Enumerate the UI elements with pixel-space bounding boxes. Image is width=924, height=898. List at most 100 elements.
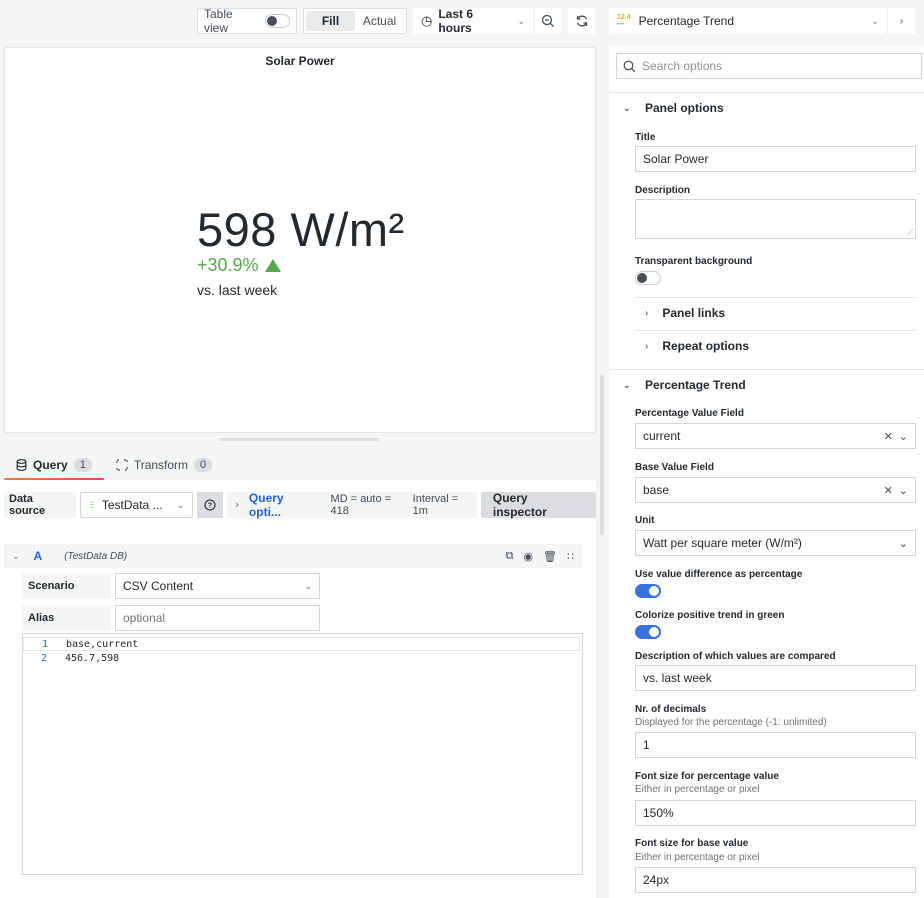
- csv-code-editor[interactable]: 1 base,current 2 456.7,598: [22, 633, 583, 875]
- title-input[interactable]: Solar Power: [635, 146, 916, 172]
- datasource-select[interactable]: ⫶⫶ TestData ... ⌄: [80, 492, 194, 518]
- chevron-down-icon: ⌄: [304, 580, 312, 591]
- base-font-label: Font size for base value: [635, 838, 749, 849]
- pct-font-value: 150%: [643, 806, 674, 820]
- section-title: Panel options: [645, 101, 724, 115]
- clock-icon: ◷: [421, 13, 433, 28]
- alias-label: Alias: [22, 605, 111, 631]
- svg-text:?: ?: [208, 503, 212, 510]
- refresh-button[interactable]: [568, 8, 595, 34]
- tab-query-label: Query: [33, 458, 68, 472]
- collapse-chevron-icon[interactable]: ⌄: [12, 551, 20, 562]
- query-ref-id[interactable]: A: [34, 549, 43, 563]
- time-range-picker[interactable]: ◷ Last 6 hours ⌄: [413, 7, 533, 35]
- colorize-switch[interactable]: [635, 625, 661, 639]
- chevron-down-icon: ⌄: [871, 15, 879, 26]
- panel-links-header[interactable]: › Panel links: [635, 306, 916, 320]
- query-inspector-button[interactable]: Query inspector: [480, 491, 596, 519]
- alias-input[interactable]: [115, 605, 320, 631]
- unit-select[interactable]: Watt per square meter (W/m²) ⌄: [635, 530, 916, 556]
- delete-query-icon[interactable]: 🗑: [543, 550, 557, 563]
- tab-transform[interactable]: Transform 0: [104, 451, 224, 479]
- query-row-header[interactable]: ⌄ A (TestData DB) ⧉ ◉ 🗑 ∷: [4, 544, 582, 568]
- trend-up-icon: [264, 259, 281, 272]
- testdata-icon: ⫶⫶: [89, 499, 94, 510]
- title-value: Solar Power: [643, 152, 709, 166]
- use-diff-switch[interactable]: [635, 584, 661, 598]
- chevron-down-icon: ⌄: [623, 102, 631, 113]
- decimals-input[interactable]: 1: [635, 732, 916, 758]
- panel-preview: Solar Power 598 W/m² +30.9% vs. last wee…: [4, 47, 596, 433]
- actual-button[interactable]: Actual: [355, 11, 404, 31]
- pct-font-input[interactable]: 150%: [635, 800, 916, 826]
- options-pane: Search options ⌄ Panel options Title Sol…: [609, 45, 924, 898]
- toggle-visibility-icon[interactable]: ◉: [523, 550, 533, 563]
- divider: [609, 369, 924, 370]
- query-tabs: Query 1 Transform 0: [4, 451, 224, 481]
- divider: [635, 297, 916, 298]
- scenario-label: Scenario: [22, 573, 111, 599]
- transparent-label: Transparent background: [635, 256, 753, 267]
- base-field-select[interactable]: base ✕ ⌄: [635, 477, 916, 503]
- interval-value: Interval = 1m: [412, 493, 459, 517]
- refresh-icon: [576, 15, 587, 27]
- pct-field-select[interactable]: current ✕ ⌄: [635, 423, 916, 449]
- decimals-label: Nr. of decimals: [635, 704, 707, 715]
- fill-button[interactable]: Fill: [306, 11, 355, 31]
- percentage-value: +30.9%: [197, 255, 259, 275]
- transparent-switch[interactable]: [635, 271, 661, 285]
- zoom-out-button[interactable]: [533, 8, 561, 34]
- pane-resize-handle[interactable]: [220, 438, 379, 441]
- visualization-name: Percentage Trend: [638, 14, 735, 28]
- search-options[interactable]: Search options: [616, 53, 922, 79]
- duplicate-query-icon[interactable]: ⧉: [506, 550, 514, 563]
- table-view-label: Table view: [204, 7, 233, 35]
- tab-query[interactable]: Query 1: [4, 451, 104, 481]
- scenario-select[interactable]: CSV Content ⌄: [115, 573, 320, 599]
- tab-transform-count: 0: [194, 458, 213, 472]
- pct-font-description: Either in percentage or pixel: [635, 784, 760, 795]
- chevron-right-icon: ›: [645, 307, 649, 319]
- section-title: Percentage Trend: [645, 378, 746, 392]
- pct-font-label: Font size for percentage value: [635, 771, 779, 782]
- base-font-input[interactable]: 24px: [635, 867, 916, 893]
- query-options-label: Query opti...: [248, 491, 284, 519]
- compare-desc-input[interactable]: vs. last week: [635, 665, 916, 691]
- collapse-options-button[interactable]: ›: [887, 8, 915, 34]
- vertical-scrollbar[interactable]: [600, 375, 604, 535]
- alias-field: Alias: [22, 605, 320, 631]
- clear-icon[interactable]: ✕: [884, 484, 893, 497]
- scenario-field: Scenario CSV Content ⌄: [22, 573, 320, 599]
- search-icon: [623, 60, 636, 72]
- base-font-description: Either in percentage or pixel: [635, 852, 760, 863]
- divider: [609, 92, 924, 93]
- section-title: Repeat options: [662, 339, 750, 353]
- pct-field-label: Percentage Value Field: [635, 408, 744, 419]
- decimals-value: 1: [643, 738, 650, 752]
- table-view-switch[interactable]: [265, 14, 290, 28]
- question-circle-icon: ?: [204, 499, 216, 511]
- datasource-label: Data source: [4, 492, 77, 518]
- panel-title: Solar Power: [265, 54, 335, 68]
- chevron-down-icon: ⌄: [176, 499, 185, 510]
- zoom-out-icon: [541, 14, 554, 27]
- drag-handle-icon[interactable]: ∷: [567, 550, 574, 563]
- code-line: 1 base,current: [23, 637, 580, 651]
- repeat-options-header[interactable]: › Repeat options: [635, 339, 916, 353]
- chevron-right-icon: ›: [899, 15, 904, 27]
- description-textarea[interactable]: ⟋: [635, 199, 916, 239]
- chevron-right-icon: ›: [235, 499, 239, 511]
- time-range-label: Last 6 hours: [438, 7, 474, 35]
- percentage-trend-header[interactable]: ⌄ Percentage Trend: [609, 378, 924, 392]
- table-view-toggle[interactable]: Table view: [197, 7, 297, 35]
- fill-actual-segmented: Fill Actual: [303, 8, 407, 34]
- datasource-value: TestData ...: [101, 498, 163, 512]
- chevron-down-icon: ⌄: [517, 15, 525, 26]
- clear-icon[interactable]: ✕: [884, 430, 893, 443]
- visualization-picker[interactable]: 12.4— Percentage Trend ⌄ ›: [609, 8, 915, 34]
- chevron-down-icon: ⌄: [898, 430, 908, 443]
- datasource-help-button[interactable]: ?: [197, 492, 224, 518]
- resize-grip-icon[interactable]: ⟋: [907, 228, 913, 238]
- query-options-toggle[interactable]: › Query opti... MD = auto = 418 Interval…: [227, 491, 477, 519]
- panel-options-header[interactable]: ⌄ Panel options: [609, 101, 924, 115]
